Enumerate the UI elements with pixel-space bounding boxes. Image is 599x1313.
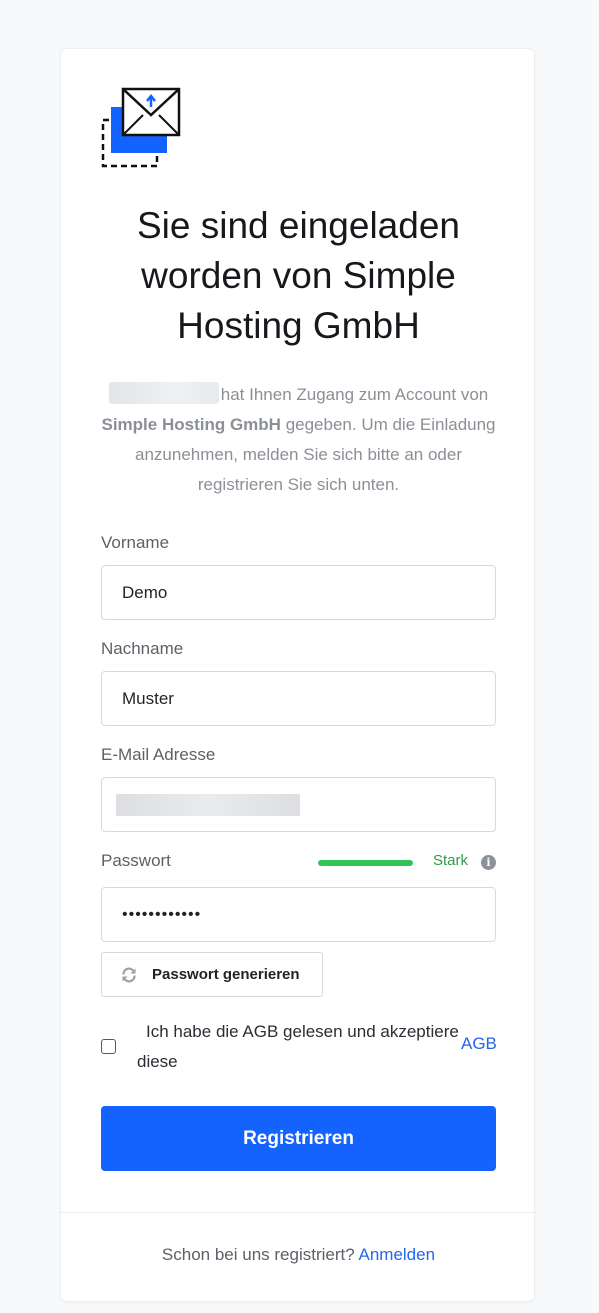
password-value: •••••••••••• (122, 905, 202, 923)
lastname-value: Muster (122, 688, 174, 708)
footer-login-prompt: Schon bei uns registriert? Anmelden (61, 1245, 536, 1265)
email-label: E-Mail Adresse (101, 745, 216, 764)
terms-checkbox[interactable] (101, 1039, 116, 1054)
invite-envelope-logo (101, 87, 181, 168)
lastname-label: Nachname (101, 639, 184, 658)
firstname-value: Demo (122, 582, 168, 602)
firstname-label: Vorname (101, 533, 170, 552)
login-link[interactable]: Anmelden (359, 1245, 436, 1264)
password-strength-bar (318, 860, 413, 866)
firstname-input[interactable]: Demo (101, 565, 496, 620)
password-label: Passwort (101, 851, 171, 870)
terms-text: Ich habe die AGB gelesen und akzeptiere … (137, 1022, 459, 1071)
password-input[interactable]: •••••••••••• (101, 887, 496, 942)
footer-question: Schon bei uns registriert? (161, 1245, 355, 1264)
generate-password-label: Passwort generieren (152, 966, 300, 983)
register-button[interactable]: Registrieren (101, 1106, 496, 1171)
footer-divider (61, 1212, 536, 1213)
redacted-inviter-name (108, 382, 219, 404)
intro-text: hat Ihnen Zugang zum Account von (220, 385, 489, 404)
email-input[interactable] (101, 777, 496, 832)
password-strength-label: Stark (433, 852, 469, 869)
terms-link[interactable]: AGB (461, 1034, 497, 1054)
signup-card: Sie sind eingeladen worden von Simple Ho… (60, 48, 536, 1302)
redacted-email-value (116, 793, 300, 816)
intro-company: Simple Hosting GmbH (101, 415, 281, 434)
refresh-icon (122, 967, 136, 982)
generate-password-button[interactable]: Passwort generieren (101, 952, 323, 997)
invite-description: hat Ihnen Zugang zum Account von Simple … (97, 380, 500, 500)
lastname-input[interactable]: Muster (101, 671, 496, 726)
page-title: Sie sind eingeladen worden von Simple Ho… (137, 205, 460, 346)
info-icon[interactable]: i (481, 855, 496, 870)
